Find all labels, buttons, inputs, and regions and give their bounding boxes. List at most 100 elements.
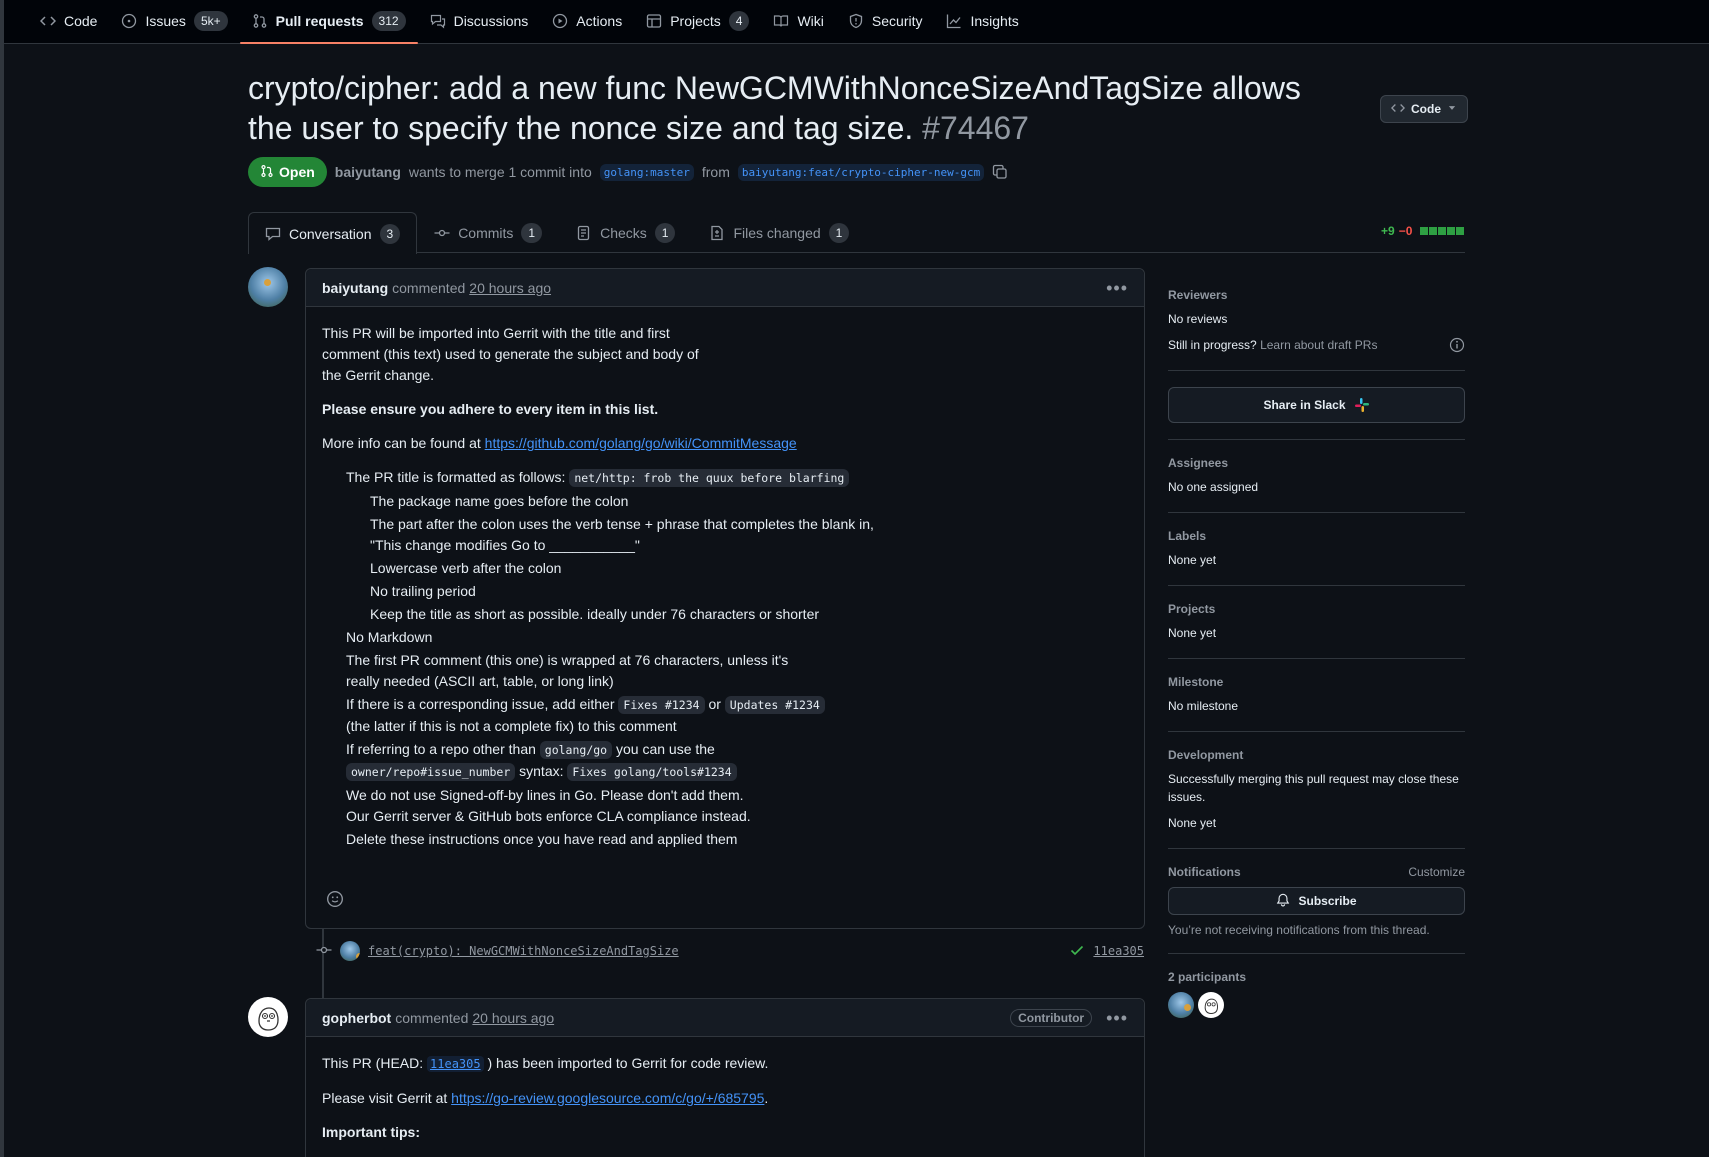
sidebar-heading[interactable]: Labels (1168, 529, 1465, 543)
avatar[interactable] (248, 267, 288, 307)
kebab-horizontal-icon[interactable]: ••• (1106, 1009, 1128, 1027)
participant-avatar[interactable] (1198, 992, 1224, 1018)
avatar[interactable] (248, 997, 288, 1037)
tab-checks-count: 1 (654, 223, 676, 243)
text-line: More info can be found at (322, 435, 481, 451)
nav-insights[interactable]: Insights (934, 0, 1030, 43)
sidebar-heading[interactable]: Milestone (1168, 675, 1465, 689)
notifications-note: You’re not receiving notifications from … (1168, 923, 1430, 937)
gerrit-link[interactable]: https://go-review.googlesource.com/c/go/… (451, 1090, 764, 1106)
merge-text: wants to merge 1 commit into (408, 164, 592, 180)
sidebar-heading[interactable]: Assignees (1168, 456, 1465, 470)
diffstat-block (1429, 227, 1438, 235)
sidebar-reviewers: Reviewers No reviews Still in progress? … (1168, 280, 1465, 371)
pull-requests-count: 312 (371, 11, 406, 31)
nav-issues-label: Issues (145, 13, 186, 29)
tab-commits[interactable]: Commits 1 (417, 212, 559, 253)
text-line: you can use the (615, 741, 715, 757)
play-icon (552, 13, 568, 29)
sidebar-value: No reviews (1168, 312, 1228, 326)
commit-sha-link[interactable]: 11ea305 (427, 1056, 484, 1072)
nav-issues[interactable]: Issues 5k+ (109, 0, 239, 43)
sidebar-labels: Labels None yet (1168, 513, 1465, 586)
comment-author[interactable]: gopherbot (322, 1010, 391, 1026)
triangle-down-icon (1447, 102, 1457, 116)
repo-nav: Code Issues 5k+ Pull requests 312 Discus… (4, 0, 1709, 44)
text-line: or (708, 696, 721, 712)
text-line: "This change modifies Go to ___________" (370, 537, 640, 553)
state-badge: Open (248, 157, 327, 187)
participant-avatar[interactable] (1168, 992, 1194, 1018)
tab-checks[interactable]: Checks 1 (559, 212, 692, 253)
list-item: No trailing period (370, 583, 476, 599)
inline-code: net/http: frob the quux before blarfing (569, 469, 850, 487)
sidebar-heading[interactable]: Reviewers (1168, 288, 1465, 302)
diffstat: +9 −0 (1381, 224, 1465, 238)
comment-author[interactable]: baiyutang (322, 280, 388, 296)
text-line: If referring to a repo other than (346, 741, 536, 757)
inline-code: golang/go (539, 741, 613, 759)
sidebar: Reviewers No reviews Still in progress? … (1168, 280, 1465, 1034)
pr-author[interactable]: baiyutang (335, 164, 401, 180)
avatar[interactable] (340, 941, 360, 961)
sidebar-value: None yet (1168, 553, 1217, 567)
nav-security[interactable]: Security (836, 0, 935, 43)
nav-pull-requests-label: Pull requests (275, 13, 364, 29)
draft-pr-link[interactable]: Learn about draft PRs (1260, 338, 1377, 352)
tab-files-changed[interactable]: Files changed 1 (692, 212, 866, 253)
base-branch[interactable]: golang:master (599, 163, 694, 181)
comment-timestamp[interactable]: 20 hours ago (472, 1010, 554, 1026)
from-text: from (701, 164, 730, 180)
nav-discussions[interactable]: Discussions (418, 0, 541, 43)
sidebar-participants: 2 participants (1168, 954, 1465, 1034)
comment-action: commented (392, 279, 466, 296)
comment-body: This PR (HEAD: 11ea305 ) has been import… (306, 1037, 1144, 1157)
window-edge (0, 0, 4, 1157)
draft-pr-hint: Still in progress? Learn about draft PRs (1168, 336, 1377, 354)
commit-message-wiki-link[interactable]: https://github.com/golang/go/wiki/Commit… (485, 435, 797, 451)
sidebar-heading[interactable]: Development (1168, 748, 1465, 762)
nav-security-label: Security (871, 13, 923, 29)
text-line: This PR (HEAD: (322, 1055, 424, 1071)
nav-actions[interactable]: Actions (540, 0, 634, 43)
nav-projects[interactable]: Projects 4 (634, 0, 761, 43)
smiley-icon[interactable] (326, 890, 346, 910)
text-line: Please visit Gerrit at (322, 1090, 448, 1106)
share-in-slack-button[interactable]: Share in Slack (1168, 387, 1465, 423)
head-branch[interactable]: baiyutang:feat/crypto-cipher-new-gcm (737, 163, 985, 181)
state-label: Open (279, 164, 315, 180)
commit-message-link[interactable]: feat(crypto): NewGCMWithNonceSizeAndTagS… (368, 944, 679, 958)
diffstat-deletions: −0 (1398, 224, 1413, 238)
sidebar-heading[interactable]: Projects (1168, 602, 1465, 616)
nav-wiki[interactable]: Wiki (761, 0, 835, 43)
comment-icon (265, 226, 281, 242)
list-item: We do not use Signed-off-by lines in Go.… (322, 785, 1128, 827)
sidebar-heading: 2 participants (1168, 970, 1247, 984)
pull-request-icon (252, 13, 268, 29)
text-line: If there is a corresponding issue, add e… (346, 696, 615, 712)
sidebar-value: No one assigned (1168, 480, 1259, 494)
check-icon[interactable] (1069, 942, 1085, 961)
kebab-horizontal-icon[interactable]: ••• (1106, 279, 1128, 297)
code-button[interactable]: Code (1380, 95, 1468, 123)
pr-title-text: crypto/cipher: add a new func NewGCMWith… (248, 70, 1301, 146)
tab-conversation[interactable]: Conversation 3 (248, 212, 418, 254)
participants-list (1168, 992, 1465, 1018)
customize-link[interactable]: Customize (1408, 865, 1465, 879)
list-item: If there is a corresponding issue, add e… (322, 694, 1128, 737)
commit-sha-link[interactable]: 11ea305 (1093, 944, 1144, 958)
info-icon[interactable] (1449, 337, 1465, 353)
text-line: comment (this text) used to generate the… (322, 346, 699, 362)
comment-timestamp[interactable]: 20 hours ago (469, 280, 551, 296)
sidebar-value: None yet (1168, 816, 1217, 830)
text-line: syntax: (519, 763, 564, 779)
subscribe-button[interactable]: Subscribe (1168, 887, 1465, 915)
nav-projects-label: Projects (670, 13, 721, 29)
commit-icon (434, 225, 450, 241)
issue-icon (121, 13, 137, 29)
list-item: The first PR comment (this one) is wrapp… (322, 650, 1128, 692)
list-item: Lowercase verb after the colon (370, 560, 562, 576)
nav-pull-requests[interactable]: Pull requests 312 (239, 0, 418, 44)
nav-code[interactable]: Code (28, 0, 109, 43)
copy-icon[interactable] (992, 164, 1008, 180)
